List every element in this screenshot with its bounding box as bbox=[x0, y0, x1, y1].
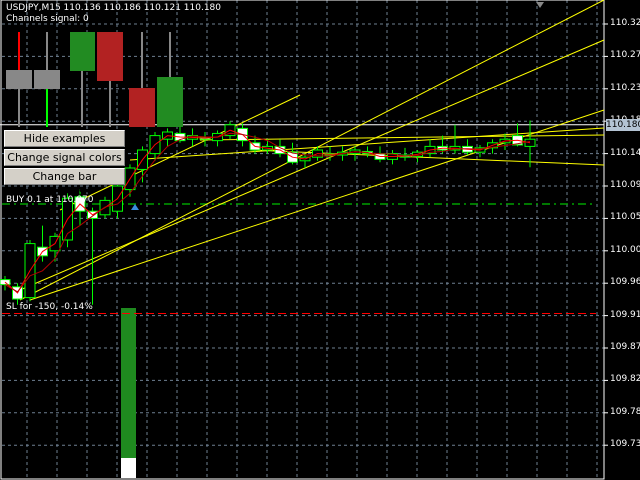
signal-volume-bar bbox=[121, 308, 136, 458]
price-chart[interactable] bbox=[0, 0, 640, 480]
example-wick bbox=[109, 80, 111, 127]
signal-volume-remainder bbox=[121, 458, 136, 478]
price-axis-label: 110.095 bbox=[610, 180, 640, 190]
price-axis-label: 110.140 bbox=[610, 147, 640, 158]
example-bar-green bbox=[157, 77, 183, 127]
example-wick bbox=[81, 70, 83, 127]
price-axis-label: 110.320 bbox=[610, 18, 640, 28]
change-signal-colors-button[interactable]: Change signal colors bbox=[4, 149, 125, 166]
price-axis-label: 109.870 bbox=[610, 342, 640, 352]
price-axis-label: 110.275 bbox=[610, 50, 640, 61]
price-axis-label: 110.230 bbox=[610, 82, 640, 93]
example-bar-gray bbox=[34, 70, 60, 89]
example-bar-red bbox=[129, 88, 155, 127]
current-price-tag: 110.180 bbox=[606, 119, 640, 131]
hide-examples-button[interactable]: Hide examples bbox=[4, 130, 125, 147]
price-axis-label: 109.780 bbox=[610, 406, 640, 417]
price-axis-label: 109.960 bbox=[610, 277, 640, 288]
buy-label: BUY 0.1 at 110.070 bbox=[6, 195, 94, 205]
channels-signal: Channels signal: 0 bbox=[6, 14, 89, 24]
price-axis-label: 109.825 bbox=[610, 374, 640, 385]
example-wick bbox=[46, 88, 48, 127]
example-bar-gray bbox=[6, 70, 32, 89]
buy-arrow-icon bbox=[131, 204, 139, 210]
example-wick bbox=[169, 32, 171, 77]
channel-line bbox=[199, 134, 605, 141]
price-axis-label: 109.915 bbox=[610, 309, 640, 320]
symbol-info: USDJPY,M15 110.136 110.186 110.121 110.1… bbox=[6, 3, 222, 13]
example-bar-green bbox=[70, 32, 95, 71]
price-axis-label: 110.050 bbox=[610, 212, 640, 223]
sl-label: SL for -150, -0.14% bbox=[6, 302, 93, 312]
price-axis-label: 109.735 bbox=[610, 439, 640, 450]
chart-border bbox=[0, 0, 605, 480]
example-bar-red bbox=[97, 32, 123, 81]
example-wick bbox=[141, 32, 143, 89]
change-bar-thickness-button[interactable]: Change bar thickness bbox=[4, 168, 125, 198]
price-axis-label: 110.005 bbox=[610, 244, 640, 255]
example-wick bbox=[18, 32, 20, 70]
